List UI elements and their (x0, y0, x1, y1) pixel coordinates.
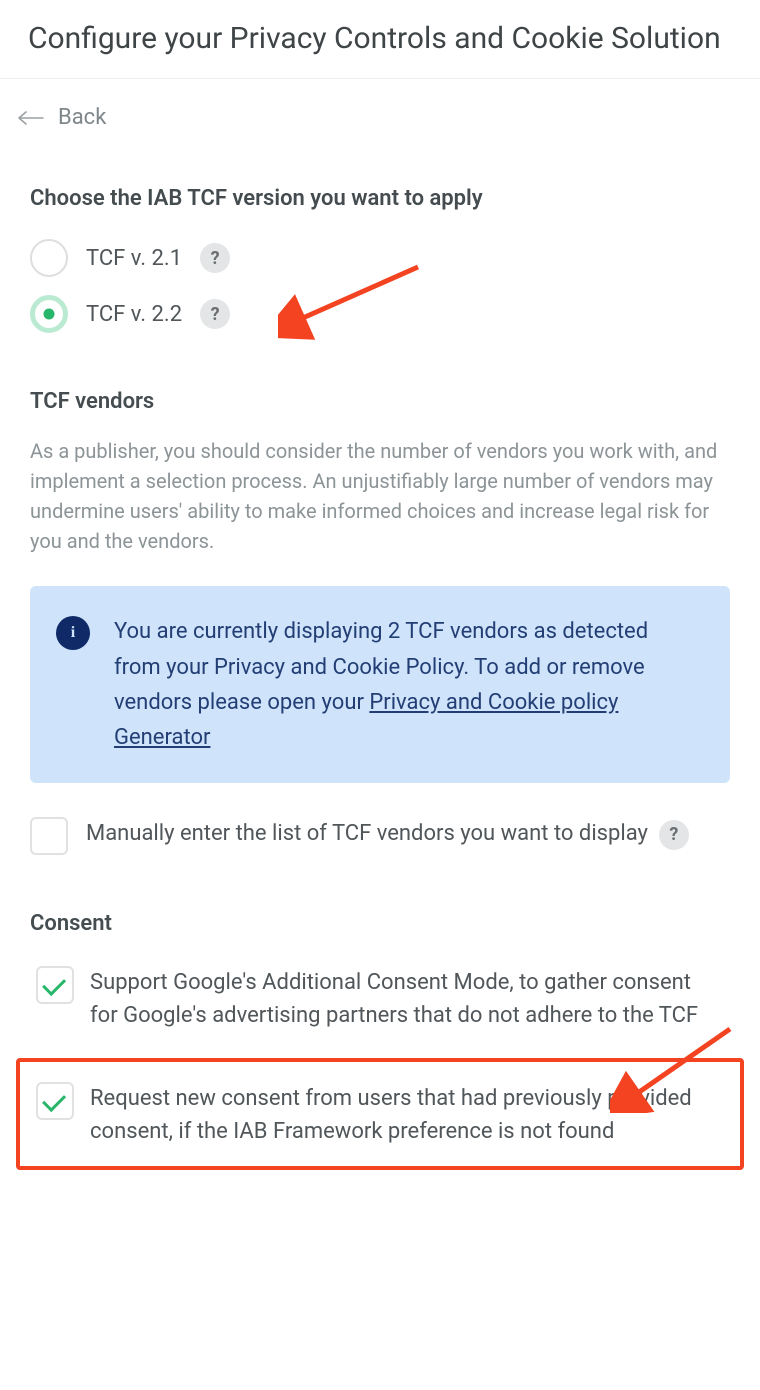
radio-label-tcf-2-2: TCF v. 2.2 (86, 302, 182, 327)
tcf-vendors-heading: TCF vendors (30, 389, 730, 414)
radio-label-tcf-2-1: TCF v. 2.1 (86, 246, 182, 271)
checkbox-google-acm[interactable] (36, 966, 74, 1004)
info-banner: i You are currently displaying 2 TCF ven… (30, 586, 730, 783)
arrow-left-icon (18, 111, 44, 125)
radio-tcf-2-2[interactable] (30, 295, 68, 333)
help-icon[interactable]: ? (659, 820, 689, 850)
radio-tcf-2-1[interactable] (30, 239, 68, 277)
tcf-version-heading: Choose the IAB TCF version you want to a… (30, 186, 730, 211)
checkbox-google-acm-label: Support Google's Additional Consent Mode… (90, 966, 724, 1032)
checkbox-request-new-consent[interactable] (36, 1082, 74, 1120)
help-icon[interactable]: ? (200, 299, 230, 329)
help-icon[interactable]: ? (200, 243, 230, 273)
consent-heading: Consent (30, 911, 730, 936)
checkbox-manual-vendors-label: Manually enter the list of TCF vendors y… (86, 821, 648, 846)
tcf-vendors-description: As a publisher, you should consider the … (30, 436, 730, 556)
checkbox-request-new-consent-label: Request new consent from users that had … (90, 1082, 724, 1148)
info-banner-text: You are currently displaying 2 TCF vendo… (114, 614, 700, 755)
page-title: Configure your Privacy Controls and Cook… (28, 20, 732, 58)
info-icon: i (56, 616, 90, 650)
back-label: Back (58, 105, 106, 130)
checkbox-manual-vendors[interactable] (30, 817, 68, 855)
back-button[interactable]: Back (18, 105, 106, 130)
annotation-highlight-box: Request new consent from users that had … (16, 1058, 744, 1170)
